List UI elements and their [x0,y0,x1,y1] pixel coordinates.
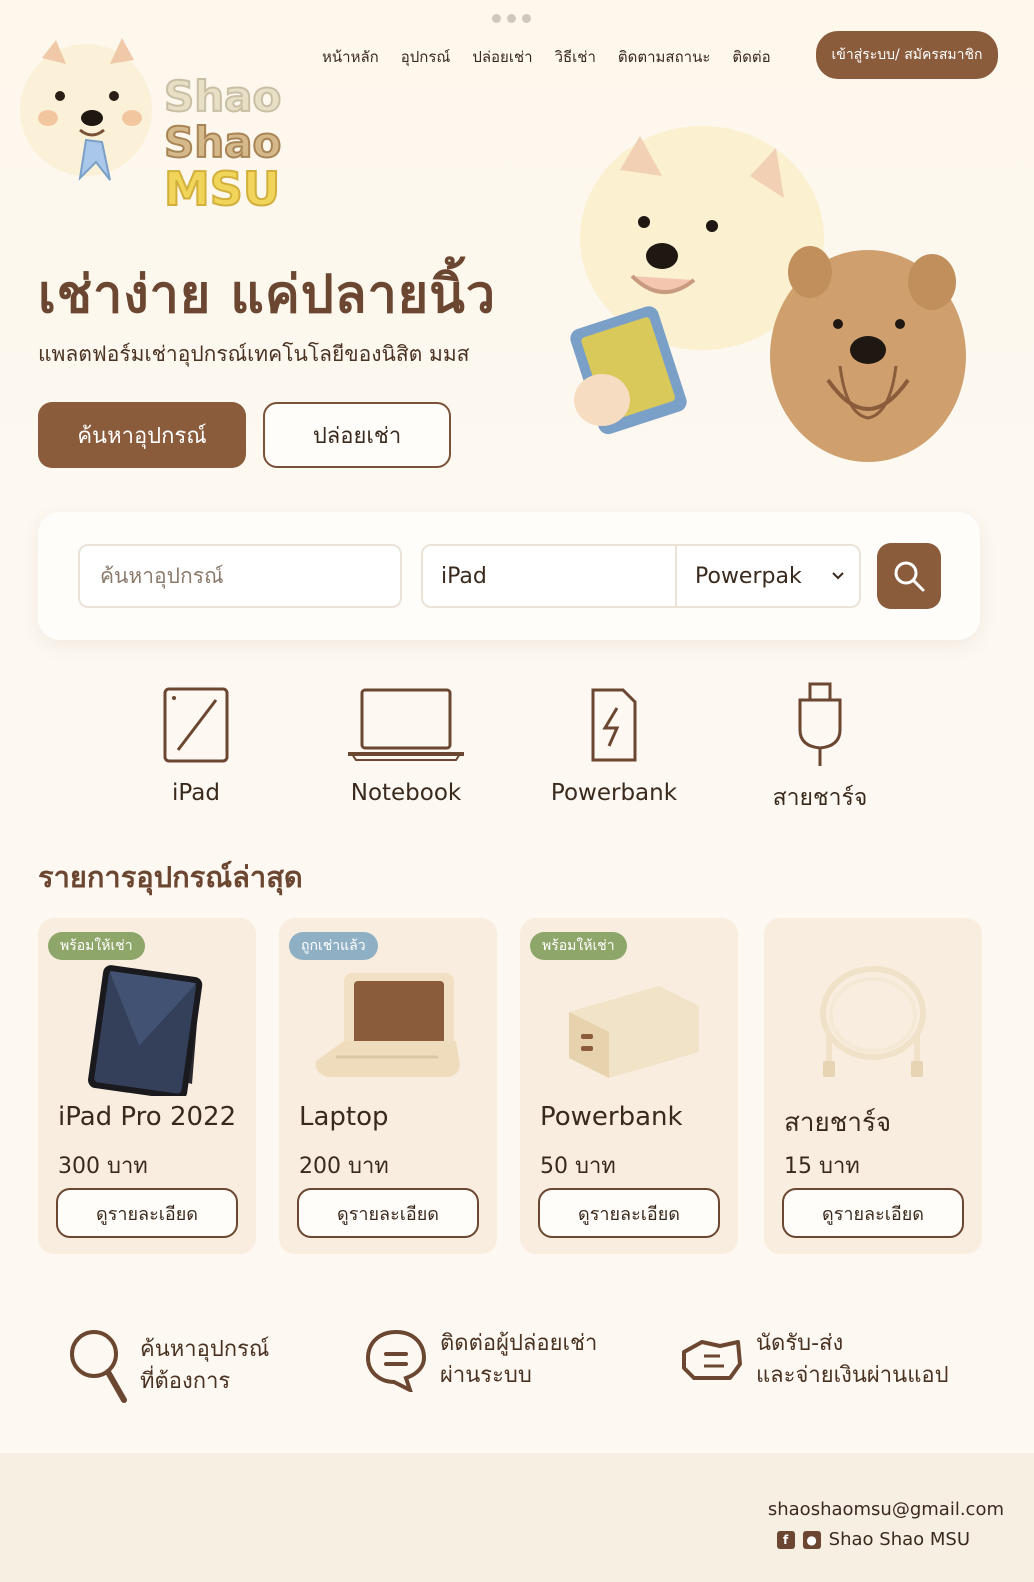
ipad-product-image [88,965,203,1096]
laptop-icon [348,688,464,761]
top-nav: หน้าหลัก อุปกรณ์ ปล่อยเช่า วิธีเช่า ติดต… [322,45,793,69]
nav-home[interactable]: หน้าหลัก [322,45,379,69]
powerbank-icon [591,688,637,762]
feature-line-2: ที่ต้องการ [140,1369,231,1394]
hero-subtitle: แพลตฟอร์มเช่าอุปกรณ์เทคโนโลยีของนิสิต มม… [38,342,470,366]
footer-social[interactable]: f ● Shao Shao MSU [776,1529,970,1550]
feature-line-2: และจ่ายเงินผ่านแอป [756,1363,949,1388]
brand-line-2: Shao [163,118,282,167]
item-card-powerbank[interactable]: พร้อมให้เช่า Powerbank 50 บาท ดูรายละเอี… [520,918,738,1254]
brand-select-value: Powerpak [695,563,802,589]
search-button[interactable] [877,543,941,609]
category-label: iPad [172,780,220,806]
brand-line-3: MSU [163,162,281,216]
find-equipment-button[interactable]: ค้นหาอุปกรณ์ [38,402,246,468]
feature-meetup-pay: นัดรับ-ส่ง และจ่ายเงินผ่านแอป [680,1328,949,1392]
item-card-cable[interactable]: สายชาร์จ 15 บาท ดูรายละเอียด [764,918,982,1254]
category-ipad[interactable]: iPad [106,680,286,806]
latest-items-title: รายการอุปกรณ์ล่าสุด [38,860,303,894]
feature-search: ค้นหาอุปกรณ์ ที่ต้องการ [68,1328,269,1404]
nav-contact[interactable]: ติดต่อ [732,45,770,69]
chat-app-icon[interactable]: ● [802,1530,821,1549]
brand-line-1: Shao [163,72,282,121]
hero-dogs-illustration [570,126,966,462]
item-card-laptop[interactable]: ถูกเช่าแล้ว Laptop 200 บาท ดูรายละเอียด [279,918,497,1254]
search-panel: ค้นหาอุปกรณ์ iPad Powerpak [38,512,980,640]
nav-lend[interactable]: ปล่อยเช่า [472,45,532,69]
category-label: Notebook [350,780,462,806]
page-root: Shao Shao MSU หน้าหลัก อุปกรณ์ ปล่อยเช่า… [0,0,1034,1582]
view-details-button[interactable]: ดูรายละเอียด [297,1188,479,1238]
type-field[interactable]: iPad [423,546,677,606]
cable-product-image [820,966,926,1077]
feature-line-1: นัดรับ-ส่ง [756,1331,844,1356]
nav-how-to[interactable]: วิธีเช่า [555,45,596,69]
dog-mascot-icon [20,38,152,181]
nav-equipment[interactable]: อุปกรณ์ [401,45,451,69]
footer-social-name: Shao Shao MSU [828,1529,970,1550]
feature-contact: ติดต่อผู้ปล่อยเช่า ผ่านระบบ [364,1328,597,1392]
item-name: iPad Pro 2022 [58,1102,237,1132]
item-price: 300 บาท [58,1154,148,1179]
category-label: Powerbank [550,780,678,806]
status-badge: พร้อมให้เช่า [530,932,627,960]
category-label: สายชาร์จ [772,785,868,811]
view-details-button[interactable]: ดูรายละเอียด [782,1188,964,1238]
login-register-button[interactable]: เข้าสู่ระบบ/ สมัครสมาชิก [816,31,998,79]
window-dots[interactable] [492,14,531,23]
feature-line-1: ค้นหาอุปกรณ์ [140,1337,270,1362]
tablet-icon [163,687,229,763]
category-notebook[interactable]: Notebook [316,680,496,806]
status-badge: ถูกเช่าแล้ว [289,932,378,960]
chevron-down-icon [832,572,844,580]
search-icon [894,561,925,592]
laptop-product-image [315,973,460,1077]
handshake-icon [682,1340,742,1380]
brand-logo[interactable]: Shao Shao MSU [14,30,304,216]
powerbank-product-image [569,986,699,1078]
category-cable[interactable]: สายชาร์จ [730,680,910,816]
feature-line-2: ผ่านระบบ [440,1363,532,1388]
hero-title: เช่าง่าย แค่ปลายนิ้ว [38,265,497,325]
status-badge: พร้อมให้เช่า [48,932,145,960]
footer-email[interactable]: shaoshaomsu@gmail.com [768,1499,1004,1520]
item-price: 15 บาท [784,1154,860,1179]
item-name: Powerbank [540,1102,683,1132]
item-card-ipad[interactable]: พร้อมให้เช่า iPad Pro 2022 300 บาท ดูราย… [38,918,256,1254]
brand-wordmark: Shao Shao MSU [163,72,282,216]
filter-combo: iPad Powerpak [421,544,861,608]
footer: shaoshaomsu@gmail.com f ● Shao Shao MSU [0,1453,1034,1582]
feature-line-1: ติดต่อผู้ปล่อยเช่า [440,1331,598,1356]
cable-icon [798,682,842,766]
lend-out-button[interactable]: ปล่อยเช่า [263,402,451,468]
item-price: 50 บาท [540,1154,616,1179]
facebook-icon[interactable]: f [776,1530,795,1549]
search-input[interactable]: ค้นหาอุปกรณ์ [78,544,402,608]
item-name: สายชาร์จ [784,1108,892,1138]
view-details-button[interactable]: ดูรายละเอียด [56,1188,238,1238]
magnifier-icon [70,1330,127,1403]
view-details-button[interactable]: ดูรายละเอียด [538,1188,720,1238]
brand-select[interactable]: Powerpak [677,564,859,589]
item-price: 200 บาท [299,1154,389,1179]
nav-track-status[interactable]: ติดตามสถานะ [618,45,711,69]
category-powerbank[interactable]: Powerbank [524,680,704,806]
chat-icon [365,1329,427,1392]
item-name: Laptop [299,1102,389,1132]
